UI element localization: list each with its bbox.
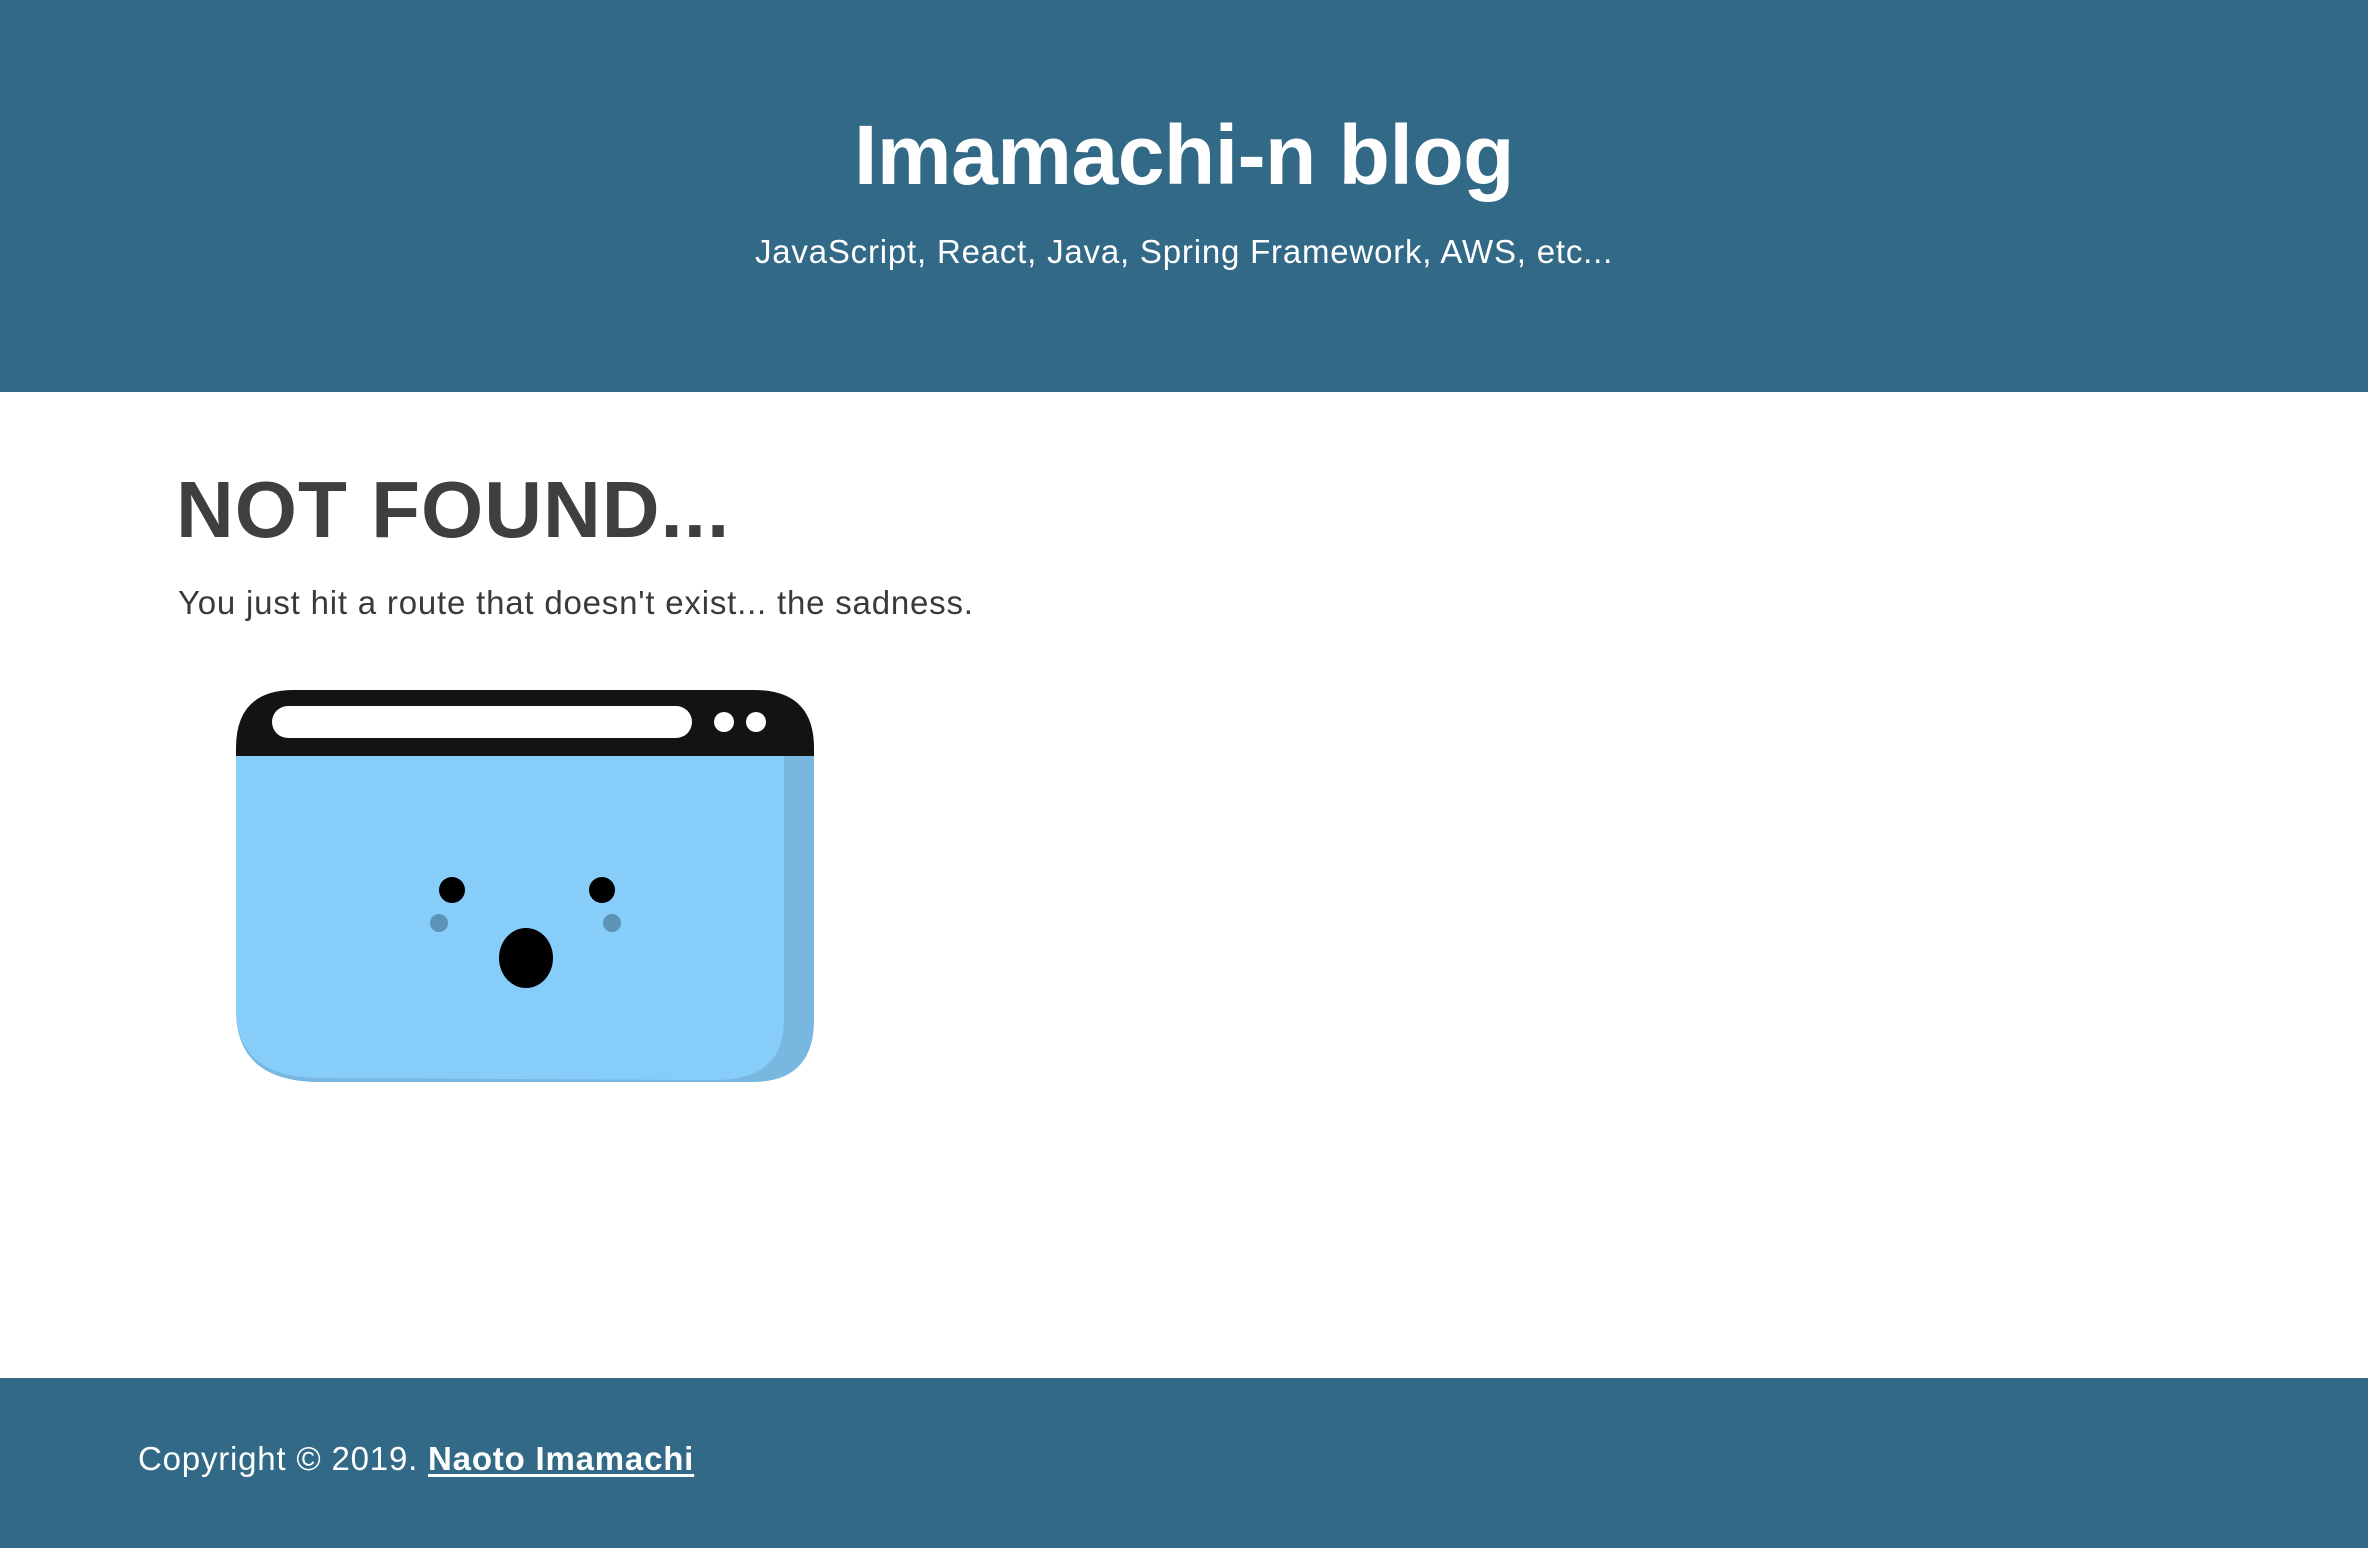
window-dot-1 [714, 712, 734, 732]
site-subtitle: JavaScript, React, Java, Spring Framewor… [754, 233, 1614, 270]
site-title-link[interactable]: Imamachi-n blog [0, 100, 2368, 210]
sad-browser-window-icon [236, 690, 814, 1092]
footer-copyright-line: Copyright © 2019. Naoto Imamachi [138, 1434, 694, 1484]
left-eye [439, 877, 465, 903]
right-tear [603, 914, 621, 932]
site-header: Imamachi-n blog JavaScript, React, Java,… [0, 0, 2368, 392]
site-footer: Copyright © 2019. Naoto Imamachi [0, 1378, 2368, 1548]
main-content: NOT FOUND... You just hit a route that d… [0, 392, 2368, 1378]
author-link[interactable]: Naoto Imamachi [428, 1440, 694, 1477]
address-bar [272, 706, 692, 738]
window-dot-2 [746, 712, 766, 732]
not-found-heading: NOT FOUND... [176, 465, 731, 554]
not-found-message: You just hit a route that doesn't exist.… [178, 584, 974, 621]
copyright-text: Copyright © 2019. [138, 1440, 419, 1477]
right-eye [589, 877, 615, 903]
window-body [236, 756, 784, 1080]
left-tear [430, 914, 448, 932]
mouth [499, 928, 553, 988]
sad-browser-window-illustration [236, 690, 814, 1082]
page: Imamachi-n blog JavaScript, React, Java,… [0, 0, 2368, 1548]
